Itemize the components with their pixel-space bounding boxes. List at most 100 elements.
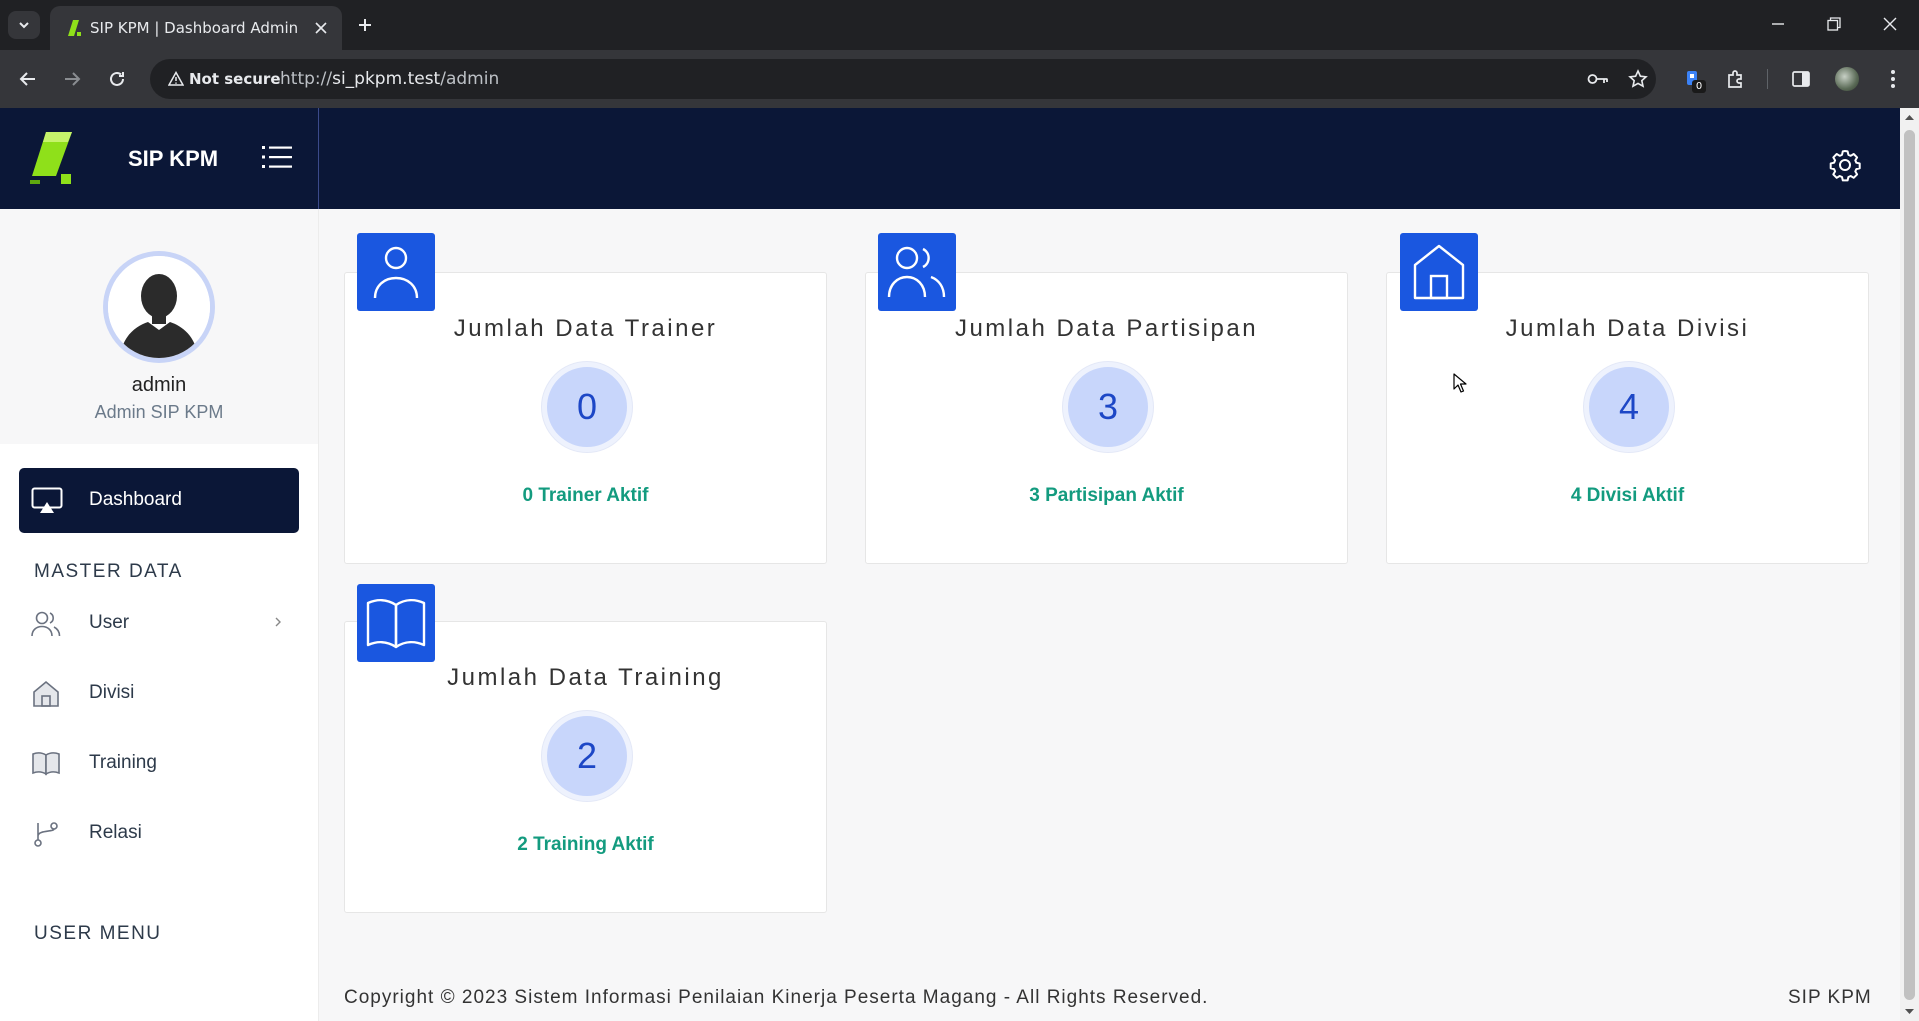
card-trainer: Jumlah Data Trainer 0 0 Trainer Aktif bbox=[344, 272, 827, 564]
site-info-chip[interactable]: Not secure bbox=[160, 65, 289, 93]
chevron-right-icon bbox=[275, 617, 281, 627]
arrow-right-icon bbox=[65, 72, 81, 86]
card-divisi: Jumlah Data Divisi 4 4 Divisi Aktif bbox=[1386, 272, 1869, 564]
card-partisipan: Jumlah Data Partisipan 3 3 Partisipan Ak… bbox=[865, 272, 1348, 564]
toolbar-divider bbox=[1767, 69, 1768, 89]
url-text: http://si_pkpm.test/admin bbox=[280, 69, 499, 89]
sidebar-item-user[interactable]: User bbox=[19, 596, 299, 650]
warning-icon bbox=[168, 71, 184, 86]
browser-tab-active[interactable]: SIP KPM | Dashboard Admin bbox=[50, 6, 342, 50]
sidebar-item-relasi[interactable]: Relasi bbox=[19, 806, 299, 860]
users-icon bbox=[887, 246, 946, 298]
tab-search-button[interactable] bbox=[8, 11, 40, 39]
scroll-up-arrow-icon[interactable] bbox=[1904, 112, 1915, 123]
scrollbar-thumb[interactable] bbox=[1904, 130, 1915, 1000]
restore-window-button[interactable] bbox=[1814, 8, 1854, 40]
card-icon-partisipan bbox=[878, 233, 956, 311]
reload-button[interactable] bbox=[103, 65, 131, 93]
minimize-window-button[interactable] bbox=[1758, 8, 1798, 40]
sidebar-item-label: Dashboard bbox=[89, 489, 182, 510]
sidebar: admin Admin SIP KPM Dashboard MASTER DAT… bbox=[0, 209, 319, 1021]
sidebar-item-divisi[interactable]: Divisi bbox=[19, 666, 299, 720]
browser-toolbar: Not secure http://si_pkpm.test/admin 0 bbox=[0, 50, 1919, 108]
browser-tab-bar: SIP KPM | Dashboard Admin bbox=[0, 0, 1919, 50]
close-icon bbox=[1883, 17, 1897, 31]
address-bar[interactable]: Not secure http://si_pkpm.test/admin bbox=[150, 59, 1656, 99]
hamburger-menu-icon[interactable] bbox=[262, 144, 292, 170]
url-path: /admin bbox=[440, 69, 500, 89]
password-key-icon[interactable] bbox=[1586, 67, 1610, 91]
sidebar-item-label: Divisi bbox=[89, 682, 135, 703]
minimize-icon bbox=[1772, 23, 1784, 25]
user-silhouette-icon bbox=[108, 256, 210, 358]
card-title: Jumlah Data Trainer bbox=[453, 315, 718, 342]
count-circle: 3 bbox=[1063, 362, 1153, 452]
card-title: Jumlah Data Training bbox=[447, 664, 724, 691]
url-host: si_pkpm.test bbox=[332, 69, 441, 89]
section-title-master-data: MASTER DATA bbox=[34, 561, 183, 582]
side-panel-button[interactable] bbox=[1787, 65, 1815, 93]
bookmark-star-icon[interactable] bbox=[1626, 67, 1650, 91]
close-window-button[interactable] bbox=[1870, 8, 1910, 40]
git-branch-icon bbox=[34, 822, 58, 847]
extension-button[interactable]: 0 bbox=[1678, 65, 1706, 93]
user-icon bbox=[373, 246, 419, 299]
count-circle: 2 bbox=[542, 711, 632, 801]
reload-icon bbox=[110, 71, 124, 86]
security-label: Not secure bbox=[189, 70, 281, 88]
gear-icon[interactable] bbox=[1828, 148, 1862, 182]
footer-brand: SIP KPM bbox=[1788, 987, 1872, 1008]
app-favicon-icon bbox=[68, 20, 81, 36]
arrow-left-icon bbox=[19, 72, 35, 86]
card-footer: 0 Trainer Aktif bbox=[522, 485, 649, 506]
footer-copyright: Copyright © 2023 Sistem Informasi Penila… bbox=[344, 987, 1209, 1008]
book-open-icon bbox=[366, 599, 426, 649]
profile-avatar bbox=[1835, 67, 1859, 91]
tab-title: SIP KPM | Dashboard Admin bbox=[90, 19, 299, 37]
card-footer: 3 Partisipan Aktif bbox=[1029, 485, 1184, 506]
brand-area: SIP KPM bbox=[0, 108, 319, 209]
url-scheme: http:// bbox=[280, 69, 333, 89]
side-panel-icon bbox=[1792, 71, 1810, 87]
card-training: Jumlah Data Training 2 2 Training Aktif bbox=[344, 621, 827, 913]
section-title-user-menu: USER MENU bbox=[34, 923, 162, 944]
card-footer: 2 Training Aktif bbox=[517, 834, 654, 855]
puzzle-icon bbox=[1728, 70, 1742, 88]
count-circle: 0 bbox=[542, 362, 632, 452]
sidebar-item-dashboard[interactable]: Dashboard bbox=[19, 468, 299, 533]
brand-name[interactable]: SIP KPM bbox=[128, 146, 218, 172]
plus-icon bbox=[359, 19, 371, 31]
users-icon bbox=[31, 611, 61, 637]
forward-button[interactable] bbox=[58, 65, 86, 93]
new-tab-button[interactable] bbox=[352, 12, 378, 38]
avatar[interactable] bbox=[103, 251, 215, 363]
sidebar-item-label: Training bbox=[89, 752, 157, 773]
extensions-button[interactable] bbox=[1722, 65, 1750, 93]
card-title: Jumlah Data Divisi bbox=[1505, 315, 1750, 342]
more-vertical-icon bbox=[1891, 70, 1895, 88]
app-header: SIP KPM bbox=[0, 108, 1900, 209]
profile-button[interactable] bbox=[1833, 65, 1861, 93]
scroll-down-arrow-icon[interactable] bbox=[1904, 1006, 1915, 1017]
book-icon bbox=[32, 752, 60, 776]
card-icon-trainer bbox=[357, 233, 435, 311]
page-scrollbar[interactable] bbox=[1900, 108, 1919, 1021]
close-tab-icon[interactable] bbox=[310, 17, 332, 39]
sidebar-item-training[interactable]: Training bbox=[19, 736, 299, 790]
browser-menu-button[interactable] bbox=[1879, 65, 1907, 93]
restore-icon bbox=[1827, 17, 1841, 31]
extension-badge: 0 bbox=[1692, 80, 1706, 93]
user-name: admin bbox=[131, 374, 187, 396]
card-footer: 4 Divisi Aktif bbox=[1570, 485, 1685, 506]
user-profile-box: admin Admin SIP KPM bbox=[0, 209, 318, 444]
card-icon-divisi bbox=[1400, 233, 1478, 311]
sidebar-item-label: User bbox=[89, 612, 130, 633]
card-title: Jumlah Data Partisipan bbox=[954, 315, 1259, 342]
back-button[interactable] bbox=[14, 65, 42, 93]
home-icon bbox=[33, 680, 59, 707]
user-role: Admin SIP KPM bbox=[94, 402, 224, 422]
home-icon bbox=[1413, 244, 1465, 300]
card-icon-training bbox=[357, 584, 435, 662]
sidebar-item-label: Relasi bbox=[89, 822, 142, 843]
app-logo-icon[interactable] bbox=[28, 130, 78, 186]
